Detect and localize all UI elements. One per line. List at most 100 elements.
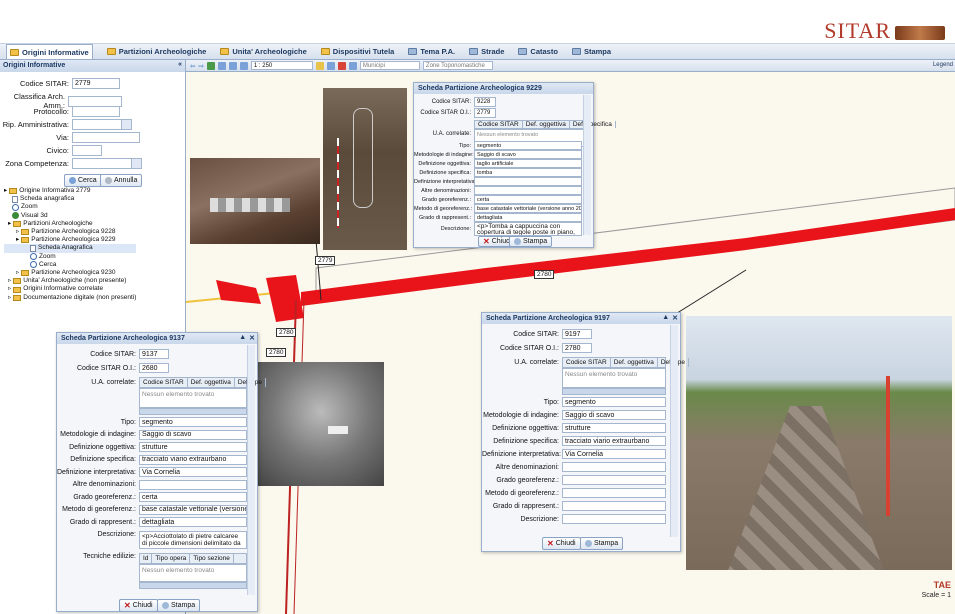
- ua-hscroll[interactable]: [139, 408, 247, 415]
- zona-select[interactable]: [72, 158, 142, 169]
- stampa-button[interactable]: Stampa: [509, 236, 553, 247]
- ua-subtabs[interactable]: Codice SITAR Def. oggettiva Def. spe: [139, 377, 267, 388]
- field-value[interactable]: segmento: [474, 141, 582, 150]
- field-value[interactable]: Saggio di scavo: [139, 429, 247, 440]
- minimize-icon[interactable]: ▲: [239, 334, 246, 342]
- legend-button[interactable]: Legend: [933, 62, 953, 68]
- field-value[interactable]: [139, 479, 247, 490]
- chiudi-button[interactable]: ✕ Chiudi: [542, 537, 581, 550]
- field-value[interactable]: base catastale vettoriale (versione anno…: [474, 204, 582, 213]
- forward-icon[interactable]: ⇨: [198, 62, 203, 70]
- field-value[interactable]: segmento: [562, 397, 666, 407]
- tree-item[interactable]: ▹ Partizione Archeologica 9228: [4, 228, 136, 236]
- descrizione-value[interactable]: <p>Tomba a cappuccina con copertura di t…: [474, 222, 582, 236]
- pan-icon[interactable]: [206, 61, 215, 70]
- descrizione-value[interactable]: <p>Acciottolato di pietre calcaree di pi…: [139, 531, 247, 549]
- zoom-in-icon[interactable]: [228, 61, 237, 70]
- field-value[interactable]: dettagliata: [139, 517, 247, 527]
- scale-select[interactable]: 1 : 250: [250, 61, 313, 70]
- zoom-out-icon[interactable]: [239, 61, 248, 70]
- field-value[interactable]: tracciato viario extraurbano: [139, 454, 247, 465]
- field-value[interactable]: certa: [139, 492, 247, 502]
- layers-icon[interactable]: [348, 61, 357, 70]
- tecniche-columns[interactable]: Id Tipo opera Tipo sezione: [139, 553, 247, 564]
- stampa-button[interactable]: Stampa: [580, 537, 624, 550]
- tree-item[interactable]: Scheda anagrafica: [4, 195, 136, 203]
- tab-catasto[interactable]: Catasto: [518, 47, 558, 56]
- codice-oi-value[interactable]: 2680: [139, 363, 169, 373]
- zoom-box-icon[interactable]: [217, 61, 226, 70]
- close-icon[interactable]: ✕: [249, 334, 255, 342]
- field-value[interactable]: strutture: [139, 442, 247, 452]
- field-value[interactable]: certa: [474, 195, 582, 204]
- window-scrollbar[interactable]: [247, 345, 255, 595]
- codice-oi-value[interactable]: 2780: [562, 343, 592, 353]
- field-value[interactable]: [474, 177, 582, 186]
- tree-item-selected[interactable]: Scheda Anagrafica: [4, 244, 137, 253]
- ua-subtabs[interactable]: Codice SITAR Def. oggettiva Def. spe: [562, 357, 690, 368]
- tree-item[interactable]: ▹ Documentazione digitale (non presenti): [4, 294, 136, 302]
- tree-item[interactable]: ▹ Partizione Archeologica 9230: [4, 269, 136, 277]
- codice-sitar-input[interactable]: 2779: [72, 78, 120, 89]
- tree-item[interactable]: Zoom: [4, 253, 136, 261]
- tree-item[interactable]: ▸ Partizione Archeologica 9229: [4, 236, 136, 244]
- field-value[interactable]: [562, 462, 666, 472]
- civico-input[interactable]: [72, 145, 102, 156]
- field-value[interactable]: [474, 186, 582, 195]
- close-icon[interactable]: ✕: [672, 314, 678, 322]
- collapse-icon[interactable]: «: [178, 61, 182, 68]
- field-value[interactable]: tracciato viario extraurbano: [562, 436, 666, 446]
- field-value[interactable]: Via Cornelia: [139, 467, 247, 477]
- tree-item[interactable]: Visual 3d: [4, 212, 136, 220]
- field-value[interactable]: Via Cornelia: [562, 449, 666, 459]
- field-value[interactable]: tomba: [474, 168, 582, 177]
- partition-window-9197[interactable]: Scheda Partizione Archeologica 9197 ▲ ✕ Co…: [481, 312, 690, 552]
- annulla-button[interactable]: Annulla: [100, 174, 143, 187]
- chiudi-button[interactable]: ✕ Chiudi: [119, 599, 158, 612]
- back-icon[interactable]: ⇦: [190, 62, 195, 70]
- tab-strade[interactable]: Strade: [469, 47, 504, 56]
- codice-sitar-value[interactable]: 9197: [562, 329, 592, 339]
- field-value[interactable]: dettagliata: [474, 213, 582, 222]
- tree-item[interactable]: Zoom: [4, 203, 136, 211]
- tree-item[interactable]: ▸ Origine Informativa 2779: [4, 187, 136, 195]
- minimize-icon[interactable]: ▲: [662, 314, 669, 322]
- tree-item[interactable]: ▹ Origini Informative correlate: [4, 285, 136, 293]
- partition-window-9229[interactable]: Scheda Partizione Archeologica 9229 Codi…: [413, 82, 616, 248]
- field-value[interactable]: Saggio di scavo: [562, 410, 666, 420]
- window-scrollbar[interactable]: [670, 325, 678, 537]
- codice-sitar-value[interactable]: 9228: [474, 97, 496, 107]
- tab-partizioni-archeologiche[interactable]: Partizioni Archeologiche: [106, 47, 206, 56]
- close-icon[interactable]: [337, 61, 346, 70]
- field-value[interactable]: [562, 501, 666, 511]
- classifica-input[interactable]: [68, 95, 122, 107]
- zone-select[interactable]: Zone Toponomastiche: [422, 61, 493, 70]
- stampa-button[interactable]: Stampa: [157, 599, 201, 612]
- field-value[interactable]: Saggio di scavo: [474, 150, 582, 159]
- codice-oi-value[interactable]: 2779: [474, 108, 496, 118]
- field-value[interactable]: [562, 475, 666, 485]
- tab-tema-pa[interactable]: Tema P.A.: [408, 47, 455, 56]
- field-value[interactable]: [562, 514, 666, 524]
- tab-unita-archeologiche[interactable]: Unita' Archeologiche: [220, 47, 307, 56]
- measure-icon[interactable]: [326, 61, 335, 70]
- tab-dispositivi-tutela[interactable]: Dispositivi Tutela: [320, 47, 394, 56]
- municipi-select[interactable]: Municipi: [359, 61, 420, 70]
- field-value[interactable]: strutture: [562, 423, 666, 433]
- codice-sitar-value[interactable]: 9137: [139, 349, 169, 359]
- cerca-button[interactable]: Cerca: [64, 174, 102, 187]
- partition-window-9137[interactable]: Scheda Partizione Archeologica 9137 ▲ ✕ Co…: [56, 332, 267, 612]
- tab-origini-informative[interactable]: Origini Informative: [6, 44, 93, 59]
- tecniche-hscroll[interactable]: [139, 582, 247, 589]
- field-value[interactable]: taglio artificiale: [474, 159, 582, 168]
- window-scrollbar[interactable]: [583, 95, 591, 235]
- protocollo-input[interactable]: [72, 106, 120, 117]
- field-value[interactable]: base catastale vettoriale (versione anr: [139, 504, 247, 515]
- ua-subtabs[interactable]: Codice SITAR Def. oggettiva Def. specifica: [474, 120, 616, 129]
- via-input[interactable]: [72, 132, 140, 143]
- tree-item[interactable]: Cerca: [4, 261, 136, 269]
- field-value[interactable]: segmento: [139, 417, 247, 427]
- field-value[interactable]: [562, 488, 666, 498]
- tree-item[interactable]: ▸ Partizioni Archeologiche: [4, 220, 136, 228]
- info-icon[interactable]: [315, 61, 324, 70]
